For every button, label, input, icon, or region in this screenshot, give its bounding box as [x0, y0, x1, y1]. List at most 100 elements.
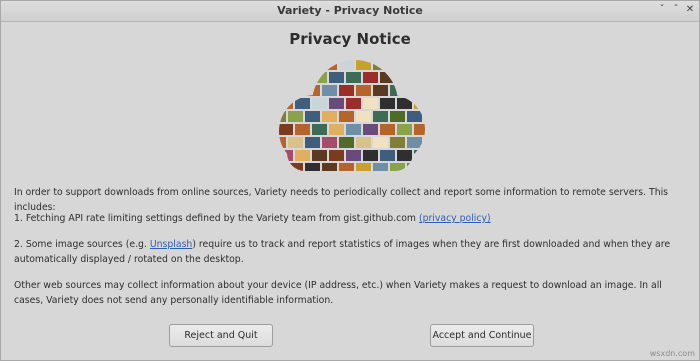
title-bar[interactable]: Variety - Privacy Notice ˇ ˆ ✕ [1, 1, 699, 22]
collage-tile [414, 150, 425, 161]
collage-tile [305, 60, 320, 70]
privacy-notice-window: Variety - Privacy Notice ˇ ˆ ✕ Privacy N… [0, 0, 700, 361]
collage-tile [356, 163, 371, 171]
notice-item-1-text: 1. Fetching API rate limiting settings d… [14, 213, 419, 224]
collage-tile [339, 111, 354, 122]
collage-tile [390, 60, 405, 70]
notice-other-sources: Other web sources may collect informatio… [14, 280, 662, 306]
collage-tile [380, 98, 395, 109]
collage-tile [407, 163, 422, 171]
collage-tile [373, 163, 388, 171]
collage-tile [346, 124, 361, 135]
collage-tile [279, 150, 293, 161]
collage-tile [329, 72, 344, 83]
collage-tile [390, 163, 405, 171]
collage-tile [346, 72, 361, 83]
reject-and-quit-button[interactable]: Reject and Quit [169, 324, 273, 347]
collage-tile [279, 85, 286, 96]
collage-tile [346, 150, 361, 161]
collage-tile [271, 72, 276, 83]
notice-item-1: 1. Fetching API rate limiting settings d… [14, 211, 689, 226]
collage-tile [390, 111, 405, 122]
page-title: Privacy Notice [289, 30, 411, 48]
collage-tile [295, 124, 310, 135]
collage-tile [305, 163, 320, 171]
collage-tile [424, 163, 425, 171]
collage-tile [271, 98, 276, 109]
collage-tile [390, 85, 405, 96]
maximize-icon[interactable]: ˆ [670, 4, 682, 16]
collage-tile [414, 98, 425, 109]
collage-tile [288, 137, 303, 148]
collage-tile [329, 150, 344, 161]
collage-tile [279, 137, 286, 148]
collage-tile [373, 137, 388, 148]
window-title: Variety - Privacy Notice [277, 4, 423, 17]
collage-tile [373, 111, 388, 122]
collage-tile [322, 163, 337, 171]
collage-tile [407, 60, 422, 70]
collage-tile [424, 85, 425, 96]
collage-tile [397, 72, 412, 83]
collage-tile [322, 111, 337, 122]
watermark: wsxdn.com [649, 349, 695, 358]
collage-tile [288, 60, 303, 70]
collage-tile [322, 60, 337, 70]
collage-tile [279, 60, 286, 70]
notice-item-2: 2. Some image sources (e.g. Unsplash) re… [14, 237, 689, 267]
collage-tile [424, 137, 425, 148]
accept-and-continue-button[interactable]: Accept and Continue [430, 324, 534, 347]
collage-tile [373, 85, 388, 96]
collage-tile [363, 72, 378, 83]
collage-tile [295, 150, 310, 161]
collage-tile [424, 111, 425, 122]
collage-tile [312, 98, 327, 109]
collage-tile [407, 111, 422, 122]
collage-tile [363, 98, 378, 109]
collage-tile [397, 98, 412, 109]
collage-tile [312, 124, 327, 135]
collage-tile [271, 124, 276, 135]
collage-tile [397, 150, 412, 161]
collage-tile [414, 124, 425, 135]
collage-tile [356, 85, 371, 96]
collage-tile [322, 85, 337, 96]
minimize-icon[interactable]: ˇ [656, 4, 668, 16]
close-icon[interactable]: ✕ [684, 4, 696, 16]
collage-tile [397, 124, 412, 135]
collage-tile [305, 85, 320, 96]
collage-tile [356, 137, 371, 148]
cloud-collage-icon [271, 59, 431, 173]
collage-tile [279, 163, 286, 171]
collage-tile [380, 72, 395, 83]
collage-tile [295, 98, 310, 109]
collage-tile [373, 60, 388, 70]
collage-tile [279, 72, 293, 83]
collage-tile [329, 98, 344, 109]
collage-tile [390, 137, 405, 148]
collage-tile [363, 150, 378, 161]
collage-tile [424, 60, 425, 70]
collage-tile [305, 137, 320, 148]
notice-item-2-prefix: 2. Some image sources (e.g. [14, 239, 150, 250]
collage-tile [356, 60, 371, 70]
collage-tile [271, 150, 276, 161]
collage-tile [346, 98, 361, 109]
collage-tile [288, 85, 303, 96]
collage-tile [279, 111, 286, 122]
collage-tile [312, 150, 327, 161]
collage-tile [288, 111, 303, 122]
collage-tile [329, 124, 344, 135]
collage-tile [363, 124, 378, 135]
collage-tile [339, 60, 354, 70]
collage-tile [339, 163, 354, 171]
collage-tile [356, 111, 371, 122]
collage-tile [305, 111, 320, 122]
collage-tile [279, 124, 293, 135]
privacy-policy-link[interactable]: (privacy policy) [419, 213, 491, 224]
collage-tile [339, 85, 354, 96]
unsplash-link[interactable]: Unsplash [150, 239, 192, 250]
collage-tile [407, 137, 422, 148]
collage-tile [295, 72, 310, 83]
collage-tile [322, 137, 337, 148]
